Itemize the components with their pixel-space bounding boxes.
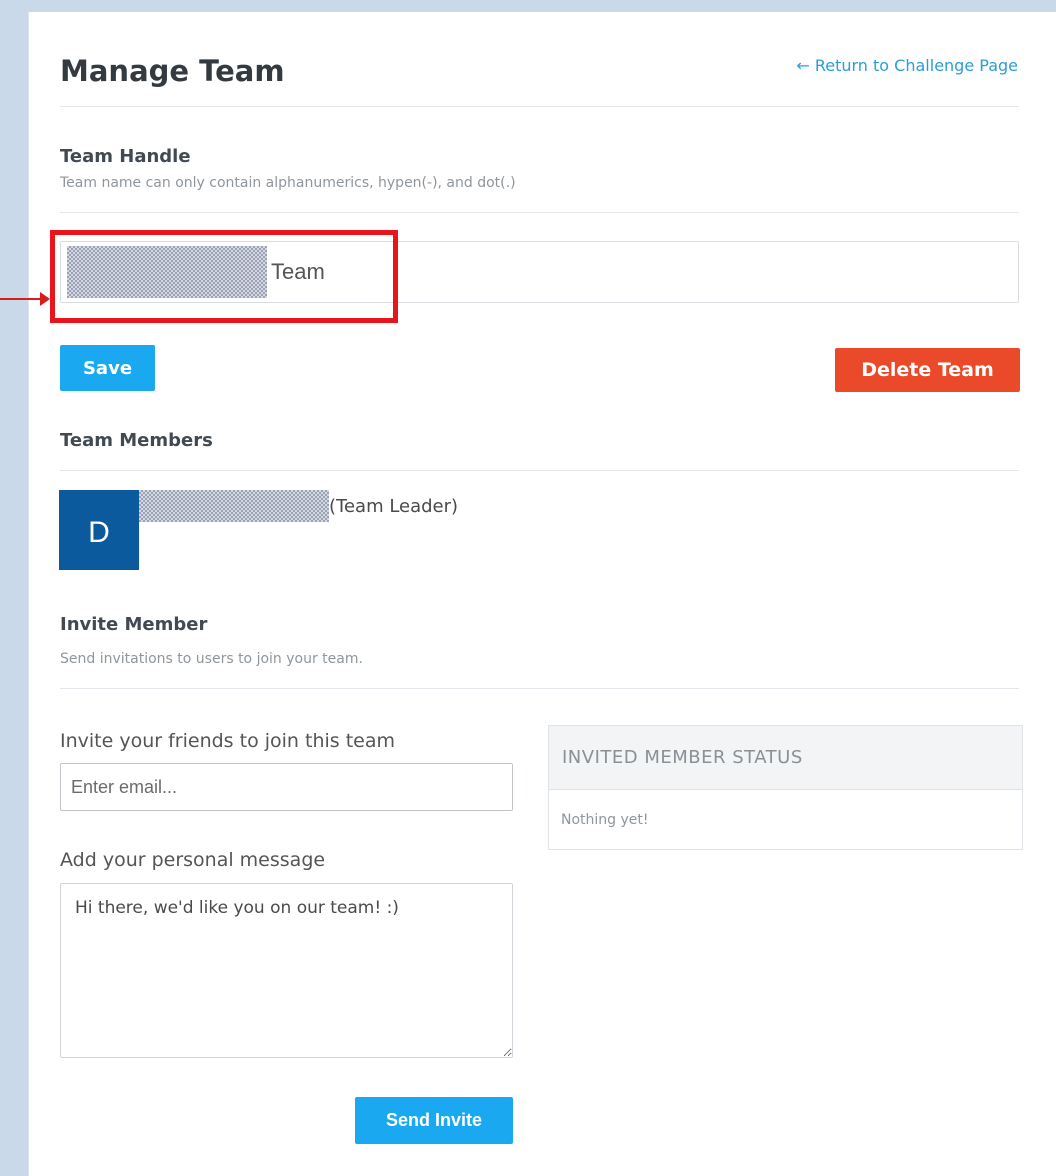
member-name: (Team Leader) [139,490,458,570]
save-button[interactable]: Save [60,345,155,391]
divider [60,688,1019,689]
divider [60,106,1019,107]
annotation-arrow-icon [40,292,50,306]
invited-member-status-panel: INVITED MEMBER STATUS Nothing yet! [548,725,1023,850]
send-invite-button[interactable]: Send Invite [355,1097,513,1144]
invite-friends-label: Invite your friends to join this team [60,730,395,752]
team-handle-title: Team Handle [60,146,191,167]
redacted-text [139,490,329,522]
invite-member-title: Invite Member [60,614,208,635]
personal-message-label: Add your personal message [60,849,326,871]
divider [60,470,1019,471]
personal-message-textarea[interactable]: Hi there, we'd like you on our team! :) [60,883,513,1058]
team-handle-help: Team name can only contain alphanumerics… [60,175,516,191]
email-input[interactable] [60,763,513,811]
page-title: Manage Team [60,54,285,88]
invite-member-help: Send invitations to users to join your t… [60,651,363,667]
delete-team-button[interactable]: Delete Team [835,348,1020,392]
redacted-text [67,246,267,298]
team-members-title: Team Members [60,430,213,451]
team-handle-value-suffix: Team [271,259,325,284]
divider [60,212,1019,213]
annotation-arrow-line [0,298,42,300]
status-empty-text: Nothing yet! [561,812,649,828]
status-header: INVITED MEMBER STATUS [549,726,1022,790]
member-role-label: (Team Leader) [329,496,459,517]
return-to-challenge-link[interactable]: ← Return to Challenge Page [796,56,1018,75]
avatar: D [59,490,139,570]
team-member-row: D (Team Leader) [59,490,458,570]
team-handle-input[interactable]: Team [60,241,1019,303]
